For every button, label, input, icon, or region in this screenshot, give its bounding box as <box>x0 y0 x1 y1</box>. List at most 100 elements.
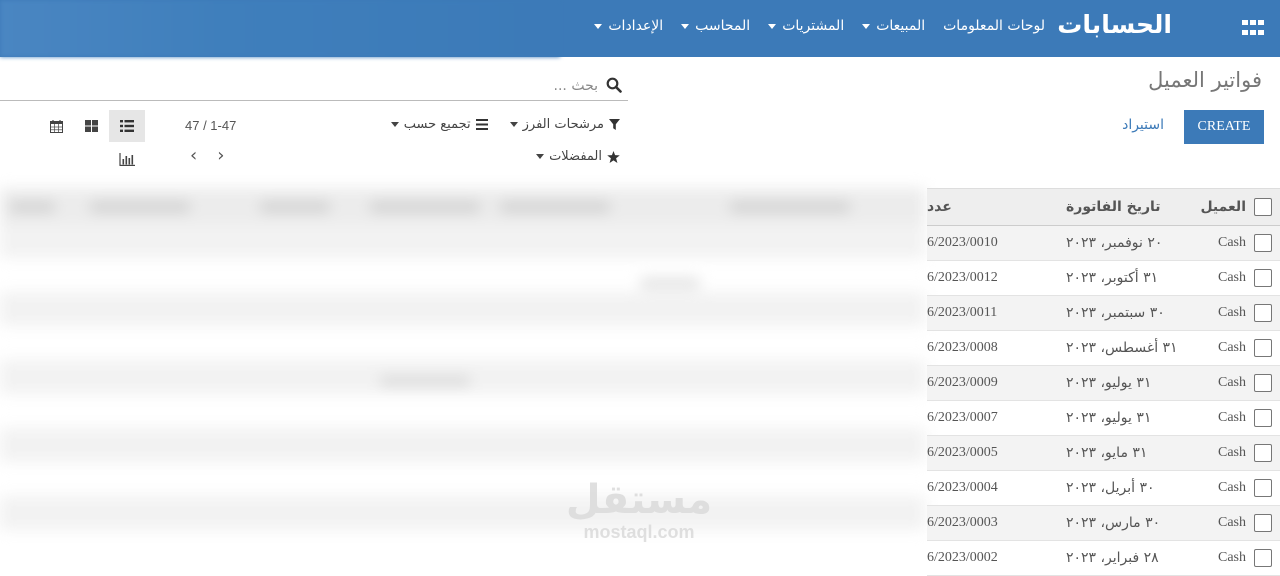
table-row[interactable]: Cash ٣٠ مارس، ٢٠٢٣ 6/2023/0003 <box>927 506 1280 541</box>
caret-down-icon <box>768 23 777 29</box>
row-partner: Cash <box>1218 445 1246 460</box>
menu-item-settings[interactable]: الإعدادات <box>594 18 663 34</box>
row-number: 6/2023/0010 <box>927 235 998 250</box>
table-row[interactable]: Cash ٣١ أكتوبر، ٢٠٢٣ 6/2023/0012 <box>927 261 1280 296</box>
row-checkbox[interactable] <box>1254 234 1272 252</box>
row-number: 6/2023/0008 <box>927 340 998 355</box>
column-header-number[interactable]: عدد <box>927 199 1066 215</box>
row-select-cell <box>1246 514 1280 532</box>
row-partner: Cash <box>1218 375 1246 390</box>
list-view-icon <box>120 120 134 132</box>
row-date: ٣٠ مارس، ٢٠٢٣ <box>1066 515 1161 531</box>
blurred-columns <box>0 188 925 564</box>
graph-view-icon <box>119 152 135 166</box>
row-number: 6/2023/0012 <box>927 270 998 285</box>
pager-navigation: ‹ › <box>190 145 224 166</box>
pager-value[interactable]: 47 / 1-47 <box>185 118 236 133</box>
row-checkbox[interactable] <box>1254 514 1272 532</box>
watermark-latin: mostaql.com <box>583 522 695 542</box>
app-brand[interactable]: الحسابات <box>1057 10 1172 39</box>
column-header-partner[interactable]: العميل <box>1194 199 1246 215</box>
row-checkbox[interactable] <box>1254 549 1272 567</box>
group-by-label: تجميع حسب <box>403 117 471 132</box>
filters-dropdown[interactable]: مرشحات الفرز <box>509 117 620 132</box>
caret-down-icon <box>509 122 518 127</box>
watermark: مستقل mostaql.com <box>563 478 715 542</box>
filter-icon <box>609 119 620 130</box>
row-checkbox[interactable] <box>1254 444 1272 462</box>
row-number: 6/2023/0003 <box>927 515 998 530</box>
caret-down-icon <box>594 23 603 29</box>
group-by-dropdown[interactable]: تجميع حسب <box>390 117 488 132</box>
graph-view-button[interactable] <box>109 143 145 175</box>
row-date: ٣١ أكتوبر، ٢٠٢٣ <box>1066 270 1159 286</box>
create-button[interactable]: CREATE <box>1184 110 1264 144</box>
filters-label: مرشحات الفرز <box>522 117 604 132</box>
row-partner: Cash <box>1218 340 1246 355</box>
chevron-left-icon[interactable]: ‹ <box>190 145 197 166</box>
row-select-cell <box>1246 409 1280 427</box>
apps-grid-icon[interactable] <box>1242 20 1264 37</box>
row-checkbox[interactable] <box>1254 409 1272 427</box>
table-row[interactable]: Cash ٢٨ فبراير، ٢٠٢٣ 6/2023/0002 <box>927 541 1280 576</box>
row-date: ٣١ أغسطس، ٢٠٢٣ <box>1066 340 1178 356</box>
row-number: 6/2023/0005 <box>927 445 998 460</box>
search-input[interactable] <box>36 74 600 98</box>
row-select-cell <box>1246 374 1280 392</box>
column-header-date[interactable]: تاريخ الفاتورة <box>1066 199 1194 215</box>
caret-down-icon <box>390 122 399 127</box>
kanban-view-button[interactable] <box>73 110 109 142</box>
search-icon[interactable] <box>606 77 622 93</box>
row-select-cell <box>1246 444 1280 462</box>
menu-item-sales[interactable]: المبيعات <box>862 18 925 34</box>
select-all-checkbox[interactable] <box>1254 198 1272 216</box>
row-checkbox[interactable] <box>1254 479 1272 497</box>
row-select-cell <box>1246 304 1280 322</box>
row-date: ٣١ يوليو، ٢٠٢٣ <box>1066 410 1152 426</box>
row-partner: Cash <box>1218 270 1246 285</box>
row-checkbox[interactable] <box>1254 374 1272 392</box>
favorites-label: المفضلات <box>549 149 602 164</box>
caret-down-icon <box>681 23 690 29</box>
menu-label: المشتريات <box>782 18 845 34</box>
table-row[interactable]: Cash ٣٠ سبتمبر، ٢٠٢٣ 6/2023/0011 <box>927 296 1280 331</box>
menu-label: لوحات المعلومات <box>943 18 1045 34</box>
row-select-cell <box>1246 234 1280 252</box>
import-button[interactable]: استيراد <box>1116 116 1170 134</box>
calendar-view-button[interactable] <box>38 110 74 142</box>
menu-item-purchases[interactable]: المشتريات <box>768 18 844 34</box>
row-checkbox[interactable] <box>1254 304 1272 322</box>
table-row[interactable]: Cash ٣١ أغسطس، ٢٠٢٣ 6/2023/0008 <box>927 331 1280 366</box>
favorites-dropdown[interactable]: المفضلات <box>536 149 620 164</box>
row-checkbox[interactable] <box>1254 339 1272 357</box>
row-number: 6/2023/0009 <box>927 375 998 390</box>
chevron-right-icon[interactable]: › <box>217 145 224 166</box>
row-partner: Cash <box>1218 480 1246 495</box>
menu-item-dashboards[interactable]: لوحات المعلومات <box>943 18 1045 34</box>
group-by-icon <box>475 119 488 130</box>
list-view-button[interactable] <box>109 110 145 142</box>
row-number: 6/2023/0011 <box>927 305 998 320</box>
caret-down-icon <box>862 23 871 29</box>
navbar-blurred-area <box>0 0 560 57</box>
caret-down-icon <box>536 154 545 159</box>
menu-item-accountant[interactable]: المحاسب <box>681 18 750 34</box>
watermark-arabic: مستقل <box>565 477 713 523</box>
row-date: ٣٠ سبتمبر، ٢٠٢٣ <box>1066 305 1165 321</box>
row-partner: Cash <box>1218 235 1246 250</box>
row-checkbox[interactable] <box>1254 269 1272 287</box>
table-row[interactable]: Cash ٣١ مايو، ٢٠٢٣ 6/2023/0005 <box>927 436 1280 471</box>
table-row[interactable]: Cash ٣٠ أبريل، ٢٠٢٣ 6/2023/0004 <box>927 471 1280 506</box>
row-partner: Cash <box>1218 410 1246 425</box>
calendar-view-icon <box>49 119 63 133</box>
table-row[interactable]: Cash ٢٠ نوفمبر، ٢٠٢٣ 6/2023/0010 <box>927 226 1280 261</box>
main-menu: لوحات المعلومات المبيعات المشتريات المحا… <box>594 18 1045 34</box>
table-row[interactable]: Cash ٣١ يوليو، ٢٠٢٣ 6/2023/0009 <box>927 366 1280 401</box>
row-select-cell <box>1246 479 1280 497</box>
row-select-cell <box>1246 339 1280 357</box>
table-row[interactable]: Cash ٣١ يوليو، ٢٠٢٣ 6/2023/0007 <box>927 401 1280 436</box>
search-options: مرشحات الفرز تجميع حسب <box>390 117 620 132</box>
row-date: ٣١ يوليو، ٢٠٢٣ <box>1066 375 1152 391</box>
menu-label: المحاسب <box>695 18 751 34</box>
top-navbar: الحسابات لوحات المعلومات المبيعات المشتر… <box>0 0 1280 57</box>
